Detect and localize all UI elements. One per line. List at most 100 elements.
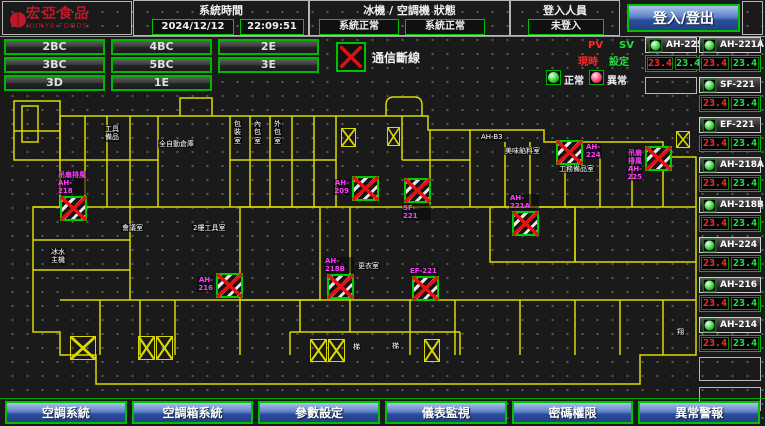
nav-button-密碼權限[interactable]: 密碼權限: [512, 401, 634, 424]
comm-loss-unit-icon: [645, 146, 672, 171]
unit-button-AH-216[interactable]: AH-216: [699, 277, 761, 293]
unit-group-AH-224: AH-224 23.423.4: [699, 237, 765, 272]
offline-unit-AH-218B[interactable]: AH-218B: [327, 274, 354, 299]
hmi-screen: ◖◗ 宏亞食品 HUNYA FOODS 系統時間 2024/12/12 22:0…: [0, 0, 765, 426]
unit-sv-value: 23.4: [731, 57, 759, 70]
unit-button-AH-225[interactable]: AH-225: [645, 37, 697, 53]
offline-unit-AH-224[interactable]: AH-224: [556, 140, 583, 165]
unit-name-label: AH-225: [666, 40, 703, 50]
unit-status-led-icon: [703, 278, 717, 292]
unit-button-SF-221[interactable]: SF-221: [699, 77, 761, 93]
offline-unit-AH-209[interactable]: AH-209: [352, 176, 379, 201]
unit-values-AH-221A: 23.423.4: [699, 55, 761, 72]
offline-unit-label: SF-221: [402, 204, 431, 220]
comm-loss-unit-icon: [327, 274, 354, 299]
unit-name-label: AH-214: [720, 320, 757, 330]
led-glyph: [705, 280, 715, 290]
led-glyph: [705, 80, 715, 90]
led-glyph: [705, 200, 715, 210]
unit-sv-value: 23.4: [731, 97, 759, 110]
unit-pv-value: 23.4: [701, 297, 729, 310]
unit-group-AH-214: AH-214 23.423.4: [699, 317, 765, 352]
unit-name-label: AH-218A: [720, 160, 764, 170]
unit-name-label: AH-224: [720, 240, 757, 250]
unit-sv-value: 23.4: [731, 297, 759, 310]
unit-values-AH-214: 23.423.4: [699, 335, 761, 352]
comm-loss-unit-icon: [404, 178, 431, 203]
offline-unit-label: EF-221: [409, 267, 438, 275]
offline-unit-EF-221[interactable]: EF-221: [412, 276, 439, 301]
nav-button-參數設定[interactable]: 參數設定: [258, 401, 380, 424]
led-glyph: [705, 120, 715, 130]
unit-button-EF-221[interactable]: EF-221: [699, 117, 761, 133]
led-glyph: [705, 40, 715, 50]
unit-group-SF-221: SF-221 23.423.4: [699, 77, 765, 112]
offline-unit-label: AH-209: [333, 179, 350, 195]
unit-name-label: AH-216: [720, 280, 757, 290]
offline-unit-label: AH-218B: [324, 257, 354, 273]
unit-values-EF-221: 23.423.4: [699, 135, 761, 152]
unit-status-led-icon: [703, 318, 717, 332]
unit-sv-value: 23.4: [731, 257, 759, 270]
unit-name-label: AH-218B: [720, 200, 764, 210]
nav-button-異常警報[interactable]: 異常警報: [638, 401, 760, 424]
unit-group-AH-218B: AH-218B 23.423.4: [699, 197, 765, 232]
unit-name-label: EF-221: [720, 120, 755, 130]
unit-values-SF-221: 23.423.4: [699, 95, 761, 112]
comm-loss-unit-icon: [412, 276, 439, 301]
comm-loss-unit-icon: [352, 176, 379, 201]
unit-button-AH-224[interactable]: AH-224: [699, 237, 761, 253]
comm-loss-unit-icon: [60, 196, 87, 221]
unit-values-AH-225: 23.423.4: [645, 55, 697, 72]
unit-name-label: SF-221: [720, 80, 755, 90]
unit-group-AH-225: AH-225 23.423.4: [645, 37, 699, 72]
unit-pv-value: 23.4: [701, 137, 729, 150]
led-glyph: [651, 40, 661, 50]
offline-unit-AH-221A[interactable]: AH-221A: [512, 211, 539, 236]
offline-unit-AH-218[interactable]: 吊扇排風 AH-218: [60, 196, 87, 221]
unit-sv-value: 23.4: [675, 57, 701, 70]
offline-unit-AH-225[interactable]: 吊扇排風 AH-225: [645, 146, 672, 171]
offline-unit-label: 吊扇排風 AH-218: [57, 171, 87, 195]
sidebar-empty-slot: [699, 357, 761, 381]
offline-unit-label: 吊扇排風 AH-225: [626, 149, 643, 181]
offline-unit-AH-216[interactable]: AH-216: [216, 273, 243, 298]
unit-sv-value: 23.4: [731, 177, 759, 190]
unit-pv-value: 23.4: [701, 257, 729, 270]
unit-status-led-icon: [703, 238, 717, 252]
unit-status-led-icon: [703, 78, 717, 92]
nav-button-儀表監視[interactable]: 儀表監視: [385, 401, 507, 424]
unit-button-AH-218B[interactable]: AH-218B: [699, 197, 761, 213]
unit-button-AH-218A[interactable]: AH-218A: [699, 157, 761, 173]
unit-pv-value: 23.4: [701, 177, 729, 190]
nav-button-空調箱系統[interactable]: 空調箱系統: [132, 401, 254, 424]
unit-pv-value: 23.4: [701, 57, 729, 70]
unit-values-AH-224: 23.423.4: [699, 255, 761, 272]
unit-group-AH-216: AH-216 23.423.4: [699, 277, 765, 312]
offline-unit-label: AH-216: [197, 276, 214, 292]
offline-unit-SF-221[interactable]: SF-221: [404, 178, 431, 203]
unit-status-led-icon: [703, 198, 717, 212]
led-glyph: [705, 240, 715, 250]
nav-button-空調系統[interactable]: 空調系統: [5, 401, 127, 424]
unit-group-AH-218A: AH-218A 23.423.4: [699, 157, 765, 192]
unit-sv-value: 23.4: [731, 137, 759, 150]
sidebar-unit-list: AH-221A23.423.4SF-22123.423.4EF-22123.42…: [699, 37, 765, 417]
sidebar-featured-unit: AH-225 23.423.4: [645, 37, 699, 94]
unit-sv-value: 23.4: [731, 217, 759, 230]
unit-pv-value: 23.4: [701, 217, 729, 230]
unit-button-AH-214[interactable]: AH-214: [699, 317, 761, 333]
unit-button-AH-221A[interactable]: AH-221A: [699, 37, 761, 53]
unit-pv-value: 23.4: [701, 337, 729, 350]
offline-unit-label: AH-224: [585, 143, 602, 159]
unit-status-led-icon: [649, 38, 663, 52]
unit-group-EF-221: EF-221 23.423.4: [699, 117, 765, 152]
unit-name-label: AH-221A: [720, 40, 764, 50]
unit-values-AH-218B: 23.423.4: [699, 215, 761, 232]
unit-status-led-icon: [703, 158, 717, 172]
unit-values-AH-216: 23.423.4: [699, 295, 761, 312]
comm-loss-unit-icon: [512, 211, 539, 236]
led-glyph: [705, 160, 715, 170]
unit-status-led-icon: [703, 118, 717, 132]
unit-values-AH-218A: 23.423.4: [699, 175, 761, 192]
